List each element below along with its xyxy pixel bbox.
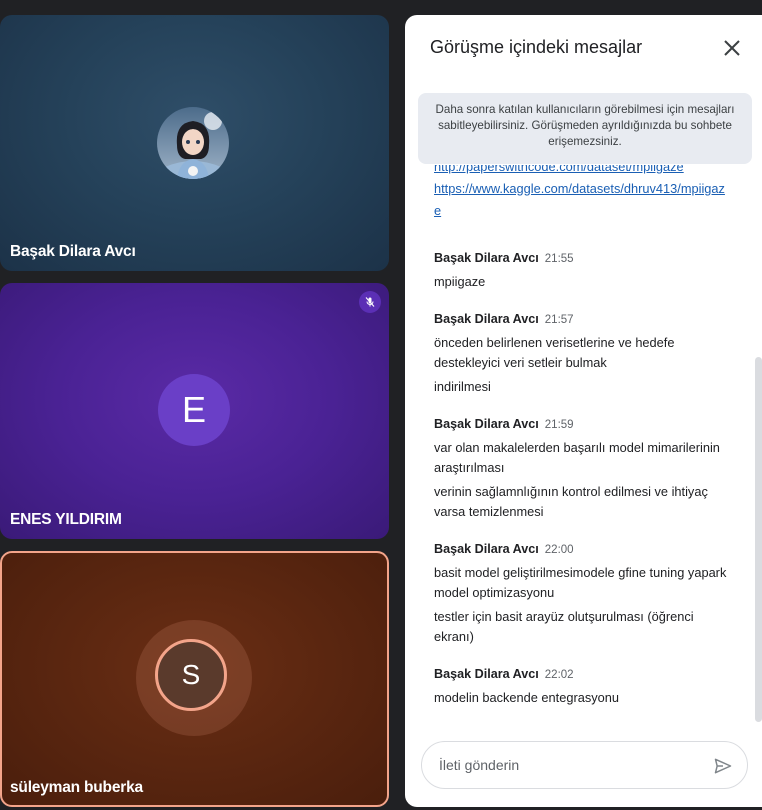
participant-name: Başak Dilara Avcı	[10, 243, 136, 260]
avatar: S	[155, 639, 227, 711]
message-text: modelin backende entegrasyonu	[434, 690, 619, 705]
message-input[interactable]	[437, 756, 701, 774]
message-text: önceden belirlenen verisetlerine ve hede…	[434, 335, 675, 370]
chat-panel: Görüşme içindeki mesajlar Daha sonra kat…	[405, 15, 762, 807]
message-time: 21:57	[544, 314, 574, 326]
close-button[interactable]	[721, 37, 743, 59]
mic-off-icon	[359, 291, 381, 313]
message-composer[interactable]	[421, 741, 748, 789]
message-list[interactable]: http://paperswithcode.com/dataset/mpiiga…	[405, 165, 762, 735]
avatar: E	[158, 374, 230, 446]
participant-name: süleyman buberka	[10, 779, 143, 796]
participant-tile-suleyman-speaking[interactable]: S süleyman buberka	[0, 551, 389, 807]
participant-tile-basak[interactable]: Başak Dilara Avcı	[0, 15, 389, 271]
send-icon	[714, 758, 732, 774]
message-text: var olan makalelerden başarılı model mim…	[434, 440, 720, 475]
message-time: 21:59	[544, 419, 574, 431]
message-header: Başak Dilara Avcı 21:57	[434, 312, 574, 326]
message-group: Başak Dilara Avcı 21:59 var olan makalele…	[434, 415, 734, 522]
scrollbar[interactable]	[755, 357, 762, 722]
message-header: Başak Dilara Avcı 21:55	[434, 251, 574, 265]
message-text: basit model geliştirilmesimodele gfine t…	[434, 565, 727, 600]
participant-name: ENES YILDIRIM	[10, 511, 122, 528]
message-text: indirilmesi	[434, 379, 491, 394]
message-link[interactable]: https://www.kaggle.com/datasets/dhruv413…	[434, 178, 730, 222]
message-time: 21:55	[544, 253, 574, 265]
close-icon	[724, 40, 740, 56]
message-text: verinin sağlamnlığının kontrol edilmesi …	[434, 484, 708, 519]
message-text: mpiigaze	[434, 274, 486, 289]
message-group: Başak Dilara Avcı 21:55 mpiigaze	[434, 249, 734, 292]
message-time: 22:02	[544, 669, 574, 681]
pin-messages-notice: Daha sonra katılan kullanıcıların görebi…	[418, 93, 752, 164]
message-group: Başak Dilara Avcı 21:57 önceden belirlene…	[434, 310, 734, 397]
message-group: Başak Dilara Avcı 22:00 basit model geliş…	[434, 540, 734, 647]
profile-photo-avatar	[157, 107, 229, 179]
message-text: testler için basit arayüz olutşurulması …	[434, 609, 694, 644]
message-header: Başak Dilara Avcı 21:59	[434, 417, 574, 431]
send-button[interactable]	[712, 755, 734, 777]
message-header: Başak Dilara Avcı 22:02	[434, 667, 574, 681]
message-time: 22:00	[544, 544, 574, 556]
message-group: Başak Dilara Avcı 22:02 modelin backende …	[434, 665, 734, 708]
message-link[interactable]: http://paperswithcode.com/dataset/mpiiga…	[434, 165, 730, 178]
panel-title: Görüşme içindeki mesajlar	[430, 37, 643, 57]
participant-tile-enes[interactable]: E ENES YILDIRIM	[0, 283, 389, 539]
message-header: Başak Dilara Avcı 22:00	[434, 542, 574, 556]
